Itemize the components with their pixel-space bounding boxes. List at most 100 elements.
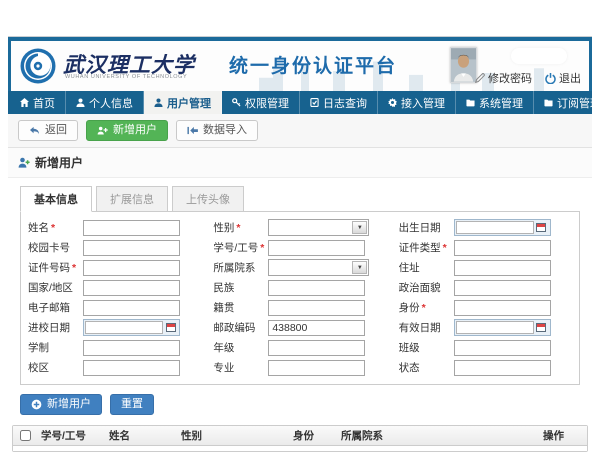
nav-label: 系统管理: [479, 95, 523, 111]
gender-select[interactable]: ▼: [268, 219, 369, 236]
campus-card-input[interactable]: [83, 240, 180, 256]
id-type-input[interactable]: [454, 240, 551, 256]
tab-extended-info[interactable]: 扩展信息: [96, 186, 168, 212]
native-place-input[interactable]: [268, 300, 365, 316]
gear-icon: [388, 98, 397, 107]
form-actions: 新增用户 重置: [20, 394, 580, 415]
form-field: 身份*: [394, 299, 577, 316]
plus-circle-icon: [31, 399, 42, 410]
add-user-toolbar-button[interactable]: 新增用户: [86, 120, 168, 141]
form-field: 学制: [23, 339, 206, 356]
back-button[interactable]: 返回: [18, 120, 78, 141]
nav-item-permission-management[interactable]: 权限管理: [222, 91, 300, 114]
logout-link[interactable]: 退出: [545, 70, 581, 86]
valid-date-input[interactable]: [456, 321, 534, 334]
form-field: 专业: [208, 359, 391, 376]
select-all-checkbox[interactable]: [20, 430, 31, 441]
form-field: 年级: [208, 339, 391, 356]
form-field: 进校日期: [23, 319, 206, 336]
birth-date-input[interactable]: [456, 221, 534, 234]
education-length-input[interactable]: [83, 340, 180, 356]
field-label: 政治面貌: [394, 280, 454, 295]
nav-item-log-query[interactable]: 日志查询: [300, 91, 378, 114]
basic-info-panel: 姓名* 性别* ▼ 出生日期 校园卡号 学号/工号* 证件类型*: [20, 211, 580, 385]
form-tabs: 基本信息 扩展信息 上传头像: [8, 178, 592, 211]
home-icon: [20, 98, 29, 107]
main-nav: 首页 个人信息 用户管理 权限管理 日志查询 接入管理 系统管理 订阅管理: [8, 91, 592, 114]
form-field: 有效日期: [394, 319, 577, 336]
field-label: 进校日期: [23, 320, 83, 335]
identity-input[interactable]: [454, 300, 551, 316]
field-label: 学号/工号*: [208, 240, 268, 255]
status-input[interactable]: [454, 360, 551, 376]
nav-label: 首页: [33, 95, 55, 111]
user-icon: [76, 98, 85, 107]
major-input[interactable]: [268, 360, 365, 376]
country-region-input[interactable]: [83, 280, 180, 296]
field-label: 所属院系: [208, 260, 268, 275]
folder-icon: [466, 98, 475, 107]
university-name-en: WUHAN UNIVERSITY OF TECHNOLOGY: [65, 74, 187, 80]
form-field: 住址: [394, 259, 577, 276]
form-field: 出生日期: [394, 219, 577, 236]
calendar-icon[interactable]: [163, 321, 178, 334]
page-title: 新增用户: [35, 154, 83, 171]
postal-code-input[interactable]: [268, 320, 365, 336]
user-avatar[interactable]: [450, 47, 477, 83]
class-input[interactable]: [454, 340, 551, 356]
chevron-down-icon: ▼: [352, 221, 367, 234]
section-header: 新增用户: [8, 148, 592, 178]
nav-label: 订阅管理: [557, 95, 600, 111]
name-input[interactable]: [83, 220, 180, 236]
data-import-button[interactable]: 数据导入: [176, 120, 258, 141]
form-field: 电子邮箱: [23, 299, 206, 316]
field-label: 性别*: [208, 220, 268, 235]
nav-label: 接入管理: [401, 95, 445, 111]
change-password-link[interactable]: 修改密码: [475, 70, 532, 86]
nav-item-home[interactable]: 首页: [10, 91, 66, 114]
power-icon: [545, 73, 556, 84]
email-input[interactable]: [83, 300, 180, 316]
grade-input[interactable]: [268, 340, 365, 356]
nav-item-subscription-management[interactable]: 订阅管理: [534, 91, 600, 114]
political-status-input[interactable]: [454, 280, 551, 296]
form-field: 所属院系 ▼: [208, 259, 391, 276]
reset-button[interactable]: 重置: [110, 394, 154, 415]
tab-basic-info[interactable]: 基本信息: [20, 186, 92, 212]
form-field: 证件号码*: [23, 259, 206, 276]
nav-item-system-management[interactable]: 系统管理: [456, 91, 534, 114]
data-import-label: 数据导入: [203, 124, 247, 137]
platform-title: 统一身份认证平台: [229, 51, 397, 78]
valid-date-field: [454, 319, 551, 336]
field-label: 证件类型*: [394, 240, 454, 255]
birth-date-field: [454, 219, 551, 236]
department-select[interactable]: ▼: [268, 259, 369, 276]
form-field: 籍贯: [208, 299, 391, 316]
ethnicity-input[interactable]: [268, 280, 365, 296]
tab-upload-avatar[interactable]: 上传头像: [172, 186, 244, 212]
nav-label: 权限管理: [245, 95, 289, 111]
field-label: 籍贯: [208, 300, 268, 315]
required-asterisk: *: [236, 222, 240, 234]
form-field: 性别* ▼: [208, 219, 391, 236]
campus-input[interactable]: [83, 360, 180, 376]
address-input[interactable]: [454, 260, 551, 276]
nav-item-personal-info[interactable]: 个人信息: [66, 91, 144, 114]
nav-item-user-management[interactable]: 用户管理: [144, 91, 222, 114]
id-number-input[interactable]: [83, 260, 180, 276]
table-header-row: 学号/工号 姓名 性别 身份 所属院系 操作: [13, 426, 587, 446]
calendar-icon[interactable]: [534, 321, 549, 334]
col-operations: 操作: [539, 428, 587, 443]
student-id-input[interactable]: [268, 240, 365, 256]
pencil-icon: [475, 73, 485, 83]
calendar-icon[interactable]: [534, 221, 549, 234]
app-window: 武汉理工大学 WUHAN UNIVERSITY OF TECHNOLOGY 统一…: [8, 36, 592, 452]
folder-icon: [544, 98, 553, 107]
nav-item-access-management[interactable]: 接入管理: [378, 91, 456, 114]
chevron-down-icon: ▼: [352, 261, 367, 274]
new-user-icon: [18, 157, 30, 168]
entry-date-input[interactable]: [85, 321, 163, 334]
submit-add-user-button[interactable]: 新增用户: [20, 394, 102, 415]
nav-label: 日志查询: [323, 95, 367, 111]
form-field: 学号/工号*: [208, 239, 391, 256]
